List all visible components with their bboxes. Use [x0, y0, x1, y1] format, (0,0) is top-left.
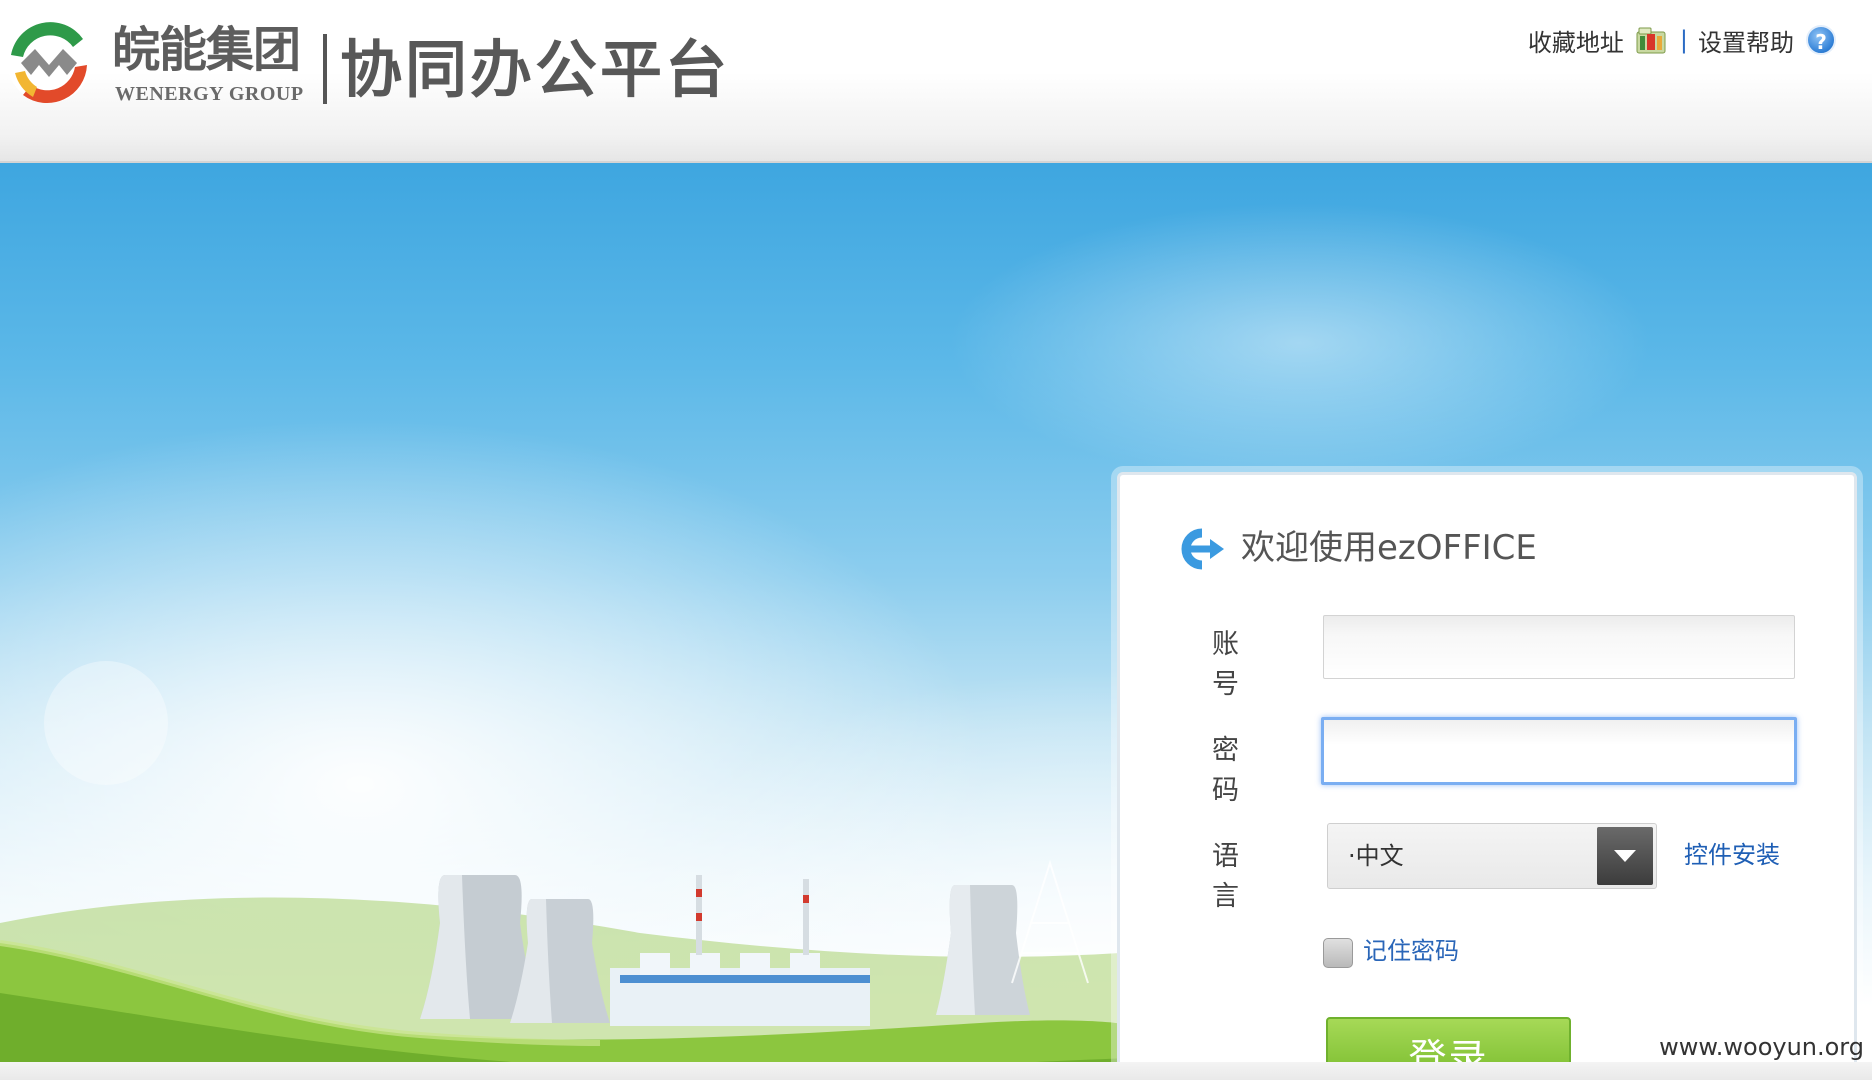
language-select[interactable]: ·中文 — [1327, 823, 1657, 889]
login-arrow-icon — [1181, 528, 1224, 570]
title-divider — [323, 34, 327, 104]
link-separator: | — [1679, 26, 1688, 54]
login-panel: 欢迎使用ezOFFICE 账号 密码 语言 ·中文 控件安装 记住密码 登录 — [1117, 472, 1857, 1080]
language-selected-value: ·中文 — [1348, 842, 1404, 870]
account-label: 账号 — [1212, 629, 1269, 700]
account-input[interactable] — [1323, 615, 1795, 679]
plugin-install-link[interactable]: 控件安装 — [1684, 837, 1780, 873]
password-input[interactable] — [1321, 717, 1797, 785]
bookmark-folder-icon[interactable] — [1636, 26, 1666, 54]
watermark-text: www.wooyun.org — [1659, 1033, 1864, 1061]
brand-name-en: WENERGY GROUP — [115, 83, 304, 105]
remember-password-label[interactable]: 记住密码 — [1363, 933, 1459, 969]
password-label: 密码 — [1212, 735, 1269, 806]
remember-password-checkbox[interactable] — [1323, 938, 1353, 968]
language-label: 语言 — [1212, 841, 1269, 912]
favorite-link[interactable]: 收藏地址 — [1528, 23, 1624, 58]
help-settings-link[interactable]: 设置帮助 — [1698, 23, 1794, 58]
brand-name-cn: 皖能集团 — [112, 22, 301, 78]
footer-strip — [0, 1062, 1872, 1080]
wenergy-logo-icon — [7, 19, 91, 104]
welcome-title: 欢迎使用ezOFFICE — [1241, 528, 1537, 568]
login-page: 皖能集团 WENERGY GROUP 协同办公平台 收藏地址 | 设置帮助 ? — [0, 0, 1872, 1080]
question-mark-icon[interactable]: ? — [1806, 25, 1836, 55]
top-links: 收藏地址 | 设置帮助 ? — [1528, 20, 1836, 60]
chevron-down-icon[interactable] — [1597, 827, 1653, 885]
header: 皖能集团 WENERGY GROUP 协同办公平台 收藏地址 | 设置帮助 ? — [0, 0, 1872, 163]
platform-title: 协同办公平台 — [340, 33, 731, 106]
